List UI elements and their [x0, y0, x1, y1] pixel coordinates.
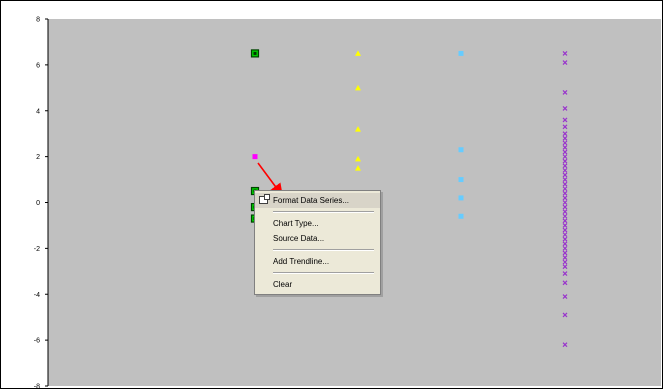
y-tick-label: 8 — [36, 17, 40, 24]
format-data-series-icon — [259, 196, 268, 204]
menu-item-format-data-series[interactable]: Format Data Series... — [255, 193, 380, 208]
data-point[interactable] — [253, 154, 258, 159]
menu-separator — [273, 211, 374, 213]
data-point[interactable] — [459, 147, 464, 152]
menu-item-label: Chart Type... — [273, 219, 319, 228]
data-point[interactable] — [459, 177, 464, 182]
data-point-handle — [254, 52, 257, 55]
y-tick-label: 4 — [36, 108, 40, 115]
y-tick-label: -2 — [34, 246, 40, 253]
data-point[interactable] — [459, 214, 464, 219]
y-tick-label: -6 — [34, 338, 40, 345]
menu-item-add-trendline[interactable]: Add Trendline... — [255, 254, 380, 269]
menu-item-clear[interactable]: Clear — [255, 277, 380, 292]
y-tick-label: 2 — [36, 154, 40, 161]
data-point[interactable] — [459, 51, 464, 56]
menu-item-label: Add Trendline... — [273, 257, 329, 266]
y-tick-label: 0 — [36, 200, 40, 207]
y-tick-label: -4 — [34, 292, 40, 299]
menu-item-chart-type[interactable]: Chart Type... — [255, 216, 380, 231]
menu-item-source-data[interactable]: Source Data... — [255, 231, 380, 246]
y-tick-label: -8 — [34, 384, 40, 390]
menu-item-label: Format Data Series... — [273, 196, 349, 205]
menu-separator — [273, 272, 374, 274]
data-point[interactable] — [459, 195, 464, 200]
y-tick-label: 6 — [36, 62, 40, 69]
context-menu: Format Data Series... Chart Type... Sour… — [254, 190, 381, 295]
menu-item-label: Clear — [273, 280, 292, 289]
menu-item-label: Source Data... — [273, 234, 324, 243]
menu-separator — [273, 249, 374, 251]
